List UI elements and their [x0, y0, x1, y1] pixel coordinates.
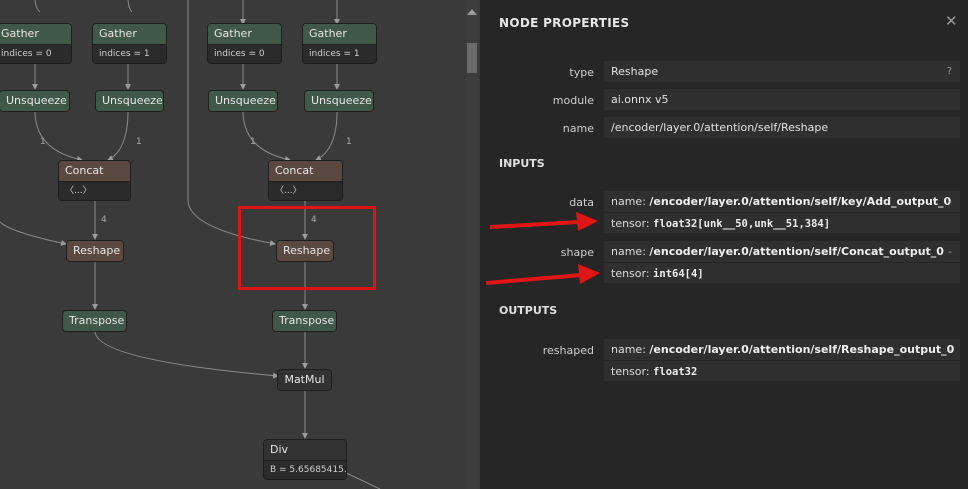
tensor-prefix: tensor: — [611, 217, 654, 230]
matmul-node[interactable]: MatMul — [277, 369, 332, 391]
module-value: ai.onnx v5 — [611, 93, 669, 106]
gather-node[interactable]: Gather indices = 1 — [92, 23, 167, 64]
name-prefix: name: — [611, 245, 650, 258]
node-attribute: B = 5.65685415... — [264, 460, 346, 479]
collapse-icon[interactable]: - — [948, 191, 952, 212]
node-label: Gather — [0, 24, 71, 44]
edge-label: 1 — [40, 137, 46, 147]
name-prefix: name: — [611, 343, 650, 356]
node-label: Concat — [269, 161, 342, 181]
gather-node[interactable]: Gather indices = 0 — [207, 23, 282, 64]
input-name-row: name: /encoder/layer.0/attention/self/Co… — [604, 241, 960, 262]
input-name: /encoder/layer.0/attention/self/Concat_o… — [649, 245, 944, 258]
property-value-module: ai.onnx v5 — [604, 89, 960, 110]
node-attribute: 〈...〉 — [59, 181, 130, 200]
reshape-node[interactable]: Reshape — [66, 240, 124, 262]
input-name: /encoder/layer.0/attention/self/key/Add_… — [649, 195, 952, 208]
output-name: /encoder/layer.0/attention/self/Reshape_… — [649, 343, 955, 356]
unsqueeze-node[interactable]: Unsqueeze — [0, 90, 70, 112]
property-label-type: type — [569, 66, 594, 79]
annotation-highlight-box — [238, 206, 376, 290]
node-label: Gather — [93, 24, 166, 44]
concat-node[interactable]: Concat 〈...〉 — [58, 160, 131, 201]
help-icon[interactable]: ? — [947, 61, 952, 82]
unsqueeze-node[interactable]: Unsqueeze — [208, 90, 278, 112]
property-value-type[interactable]: Reshape ? — [604, 61, 960, 82]
type-value: Reshape — [611, 65, 659, 78]
tensor-prefix: tensor: — [611, 365, 654, 378]
scroll-up-icon[interactable] — [467, 9, 477, 15]
transpose-node[interactable]: Transpose — [272, 310, 337, 332]
node-label: Unsqueeze — [96, 91, 163, 111]
input-data-box[interactable]: name: /encoder/layer.0/attention/self/ke… — [604, 191, 960, 233]
edge-label: 1 — [346, 137, 352, 147]
node-label: Gather — [303, 24, 376, 44]
node-attribute: indices = 0 — [0, 44, 71, 63]
input-tensor-row: tensor: int64[4] — [604, 262, 960, 283]
node-attribute: 〈...〉 — [269, 181, 342, 200]
input-tensor-row: tensor: float32[unk__50,unk__51,384] — [604, 212, 960, 233]
output-label-reshaped: reshaped — [542, 344, 594, 357]
output-name-row: name: /encoder/layer.0/attention/self/Re… — [604, 339, 960, 360]
collapse-icon[interactable]: - — [948, 339, 952, 360]
inputs-section-title: INPUTS — [499, 157, 545, 170]
concat-node[interactable]: Concat 〈...〉 — [268, 160, 343, 201]
node-label: Gather — [208, 24, 281, 44]
output-tensor-type: float32 — [653, 366, 698, 378]
property-value-name: /encoder/layer.0/attention/self/Reshape — [604, 117, 960, 138]
node-label: MatMul — [278, 370, 331, 390]
node-label: Reshape — [67, 241, 123, 261]
input-name-row: name: /encoder/layer.0/attention/self/ke… — [604, 191, 960, 212]
outputs-section-title: OUTPUTS — [499, 304, 558, 317]
tensor-prefix: tensor: — [611, 267, 654, 280]
input-tensor-type: int64[4] — [653, 268, 704, 280]
netron-window: Gather indices = 0 Gather indices = 1 Ga… — [0, 0, 968, 489]
scrollbar-thumb[interactable] — [467, 43, 477, 73]
node-label: Unsqueeze — [305, 91, 373, 111]
name-prefix: name: — [611, 195, 650, 208]
collapse-icon[interactable]: - — [948, 241, 952, 262]
div-node[interactable]: Div B = 5.65685415... — [263, 439, 347, 480]
graph-scrollbar[interactable] — [466, 0, 478, 489]
output-reshaped-box[interactable]: name: /encoder/layer.0/attention/self/Re… — [604, 339, 960, 381]
node-label: Div — [264, 440, 346, 460]
property-label-name: name — [562, 122, 594, 135]
node-label: Unsqueeze — [0, 91, 69, 111]
close-icon[interactable]: ✕ — [945, 12, 958, 30]
input-tensor-type: float32[unk__50,unk__51,384] — [653, 218, 831, 230]
node-attribute: indices = 1 — [303, 44, 376, 63]
node-label: Transpose — [63, 311, 126, 331]
transpose-node[interactable]: Transpose — [62, 310, 127, 332]
edge-label: 4 — [101, 215, 107, 225]
node-attribute: indices = 1 — [93, 44, 166, 63]
graph-canvas[interactable]: Gather indices = 0 Gather indices = 1 Ga… — [0, 0, 480, 489]
property-label-module: module — [552, 94, 594, 107]
gather-node[interactable]: Gather indices = 1 — [302, 23, 377, 64]
unsqueeze-node[interactable]: Unsqueeze — [304, 90, 374, 112]
node-properties-panel: NODE PROPERTIES ✕ type Reshape ? module … — [480, 0, 968, 489]
node-attribute: indices = 0 — [208, 44, 281, 63]
input-label-data: data — [569, 196, 594, 209]
panel-title: NODE PROPERTIES — [499, 16, 630, 30]
input-shape-box[interactable]: name: /encoder/layer.0/attention/self/Co… — [604, 241, 960, 283]
node-label: Transpose — [273, 311, 336, 331]
edge-label: 1 — [250, 137, 256, 147]
gather-node[interactable]: Gather indices = 0 — [0, 23, 72, 64]
edge-label: 1 — [136, 137, 142, 147]
output-tensor-row: tensor: float32 — [604, 360, 960, 381]
unsqueeze-node[interactable]: Unsqueeze — [95, 90, 164, 112]
node-label: Unsqueeze — [209, 91, 277, 111]
input-label-shape: shape — [560, 246, 594, 259]
node-label: Concat — [59, 161, 130, 181]
name-value: /encoder/layer.0/attention/self/Reshape — [611, 121, 829, 134]
